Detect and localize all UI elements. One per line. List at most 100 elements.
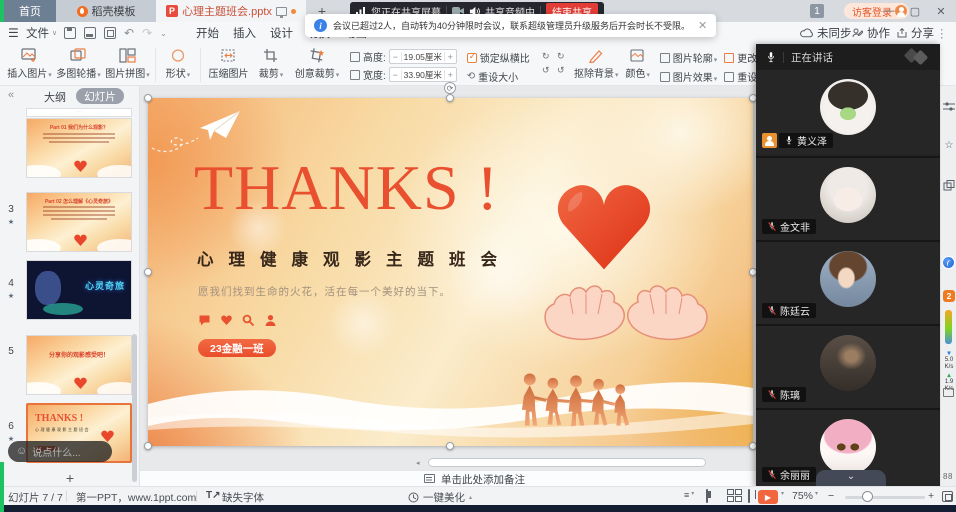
rotate-left-icon[interactable]: ↺: [540, 65, 552, 76]
more-options-icon[interactable]: ⋮: [936, 22, 948, 44]
menu-item-home[interactable]: 开始: [196, 22, 219, 44]
hamburger-menu-icon[interactable]: ☰: [8, 22, 19, 44]
slide-4-thumbnail[interactable]: Part 02 怎么理解《心灵奇旅》: [26, 192, 132, 252]
zoom-slider-knob[interactable]: [862, 491, 873, 502]
tab-document[interactable]: P 心理主题班会.pptx: [156, 0, 306, 22]
shapes-button[interactable]: 形状: [160, 47, 196, 80]
zoom-level[interactable]: 75%: [792, 490, 813, 502]
notification-close-icon[interactable]: [698, 19, 707, 32]
minimize-button[interactable]: —: [876, 0, 902, 22]
slide-2-thumbnail-partial[interactable]: · · ·: [26, 108, 132, 117]
slide-3-thumbnail[interactable]: Part 01 我们为什么观影？: [26, 118, 132, 178]
meeting-chat-input[interactable]: 说点什么...: [8, 441, 112, 462]
normal-view-button[interactable]: [706, 489, 708, 503]
notification-count-badge[interactable]: 2: [943, 290, 955, 302]
selection-handle-n[interactable]: [446, 94, 454, 102]
share-button[interactable]: 分享: [897, 22, 934, 44]
participant-cell[interactable]: 陈璃: [756, 324, 940, 408]
zoom-in-button[interactable]: +: [928, 490, 934, 502]
sync-status[interactable]: 未同步: [800, 22, 852, 44]
slide-6-thumbnail[interactable]: 分享你的观影感受吧！: [26, 335, 132, 395]
menu-item-design[interactable]: 设计: [270, 22, 293, 44]
play-options-caret[interactable]: ▾: [781, 490, 784, 497]
class-badge[interactable]: 23金融一班: [198, 339, 276, 357]
reset-size-button[interactable]: ⟲重设大小: [467, 69, 530, 84]
rotate-right-icon[interactable]: ↻: [540, 51, 552, 62]
undo-icon[interactable]: ↶: [124, 26, 134, 40]
cupped-hands[interactable]: [540, 272, 712, 362]
slide-subtitle[interactable]: 心理健康观影主题班会: [197, 246, 512, 270]
close-button[interactable]: ✕: [928, 0, 954, 22]
print-preview-icon[interactable]: [104, 27, 116, 39]
slide-5-thumbnail[interactable]: 心灵奇旅: [26, 260, 132, 320]
copy-icon[interactable]: [943, 180, 955, 191]
participant-cell[interactable]: 黄义泽: [756, 70, 940, 154]
star-icon[interactable]: ☆: [943, 140, 955, 151]
rotate-left-90-icon[interactable]: ↺: [555, 65, 567, 76]
width-stepper[interactable]: −33.90厘米+: [389, 67, 457, 82]
scroll-left-icon[interactable]: ◂: [416, 459, 420, 467]
one-click-beautify-button[interactable]: 一键美化 ▴: [408, 490, 472, 505]
tab-slides[interactable]: 幻灯片: [76, 88, 124, 104]
slide-title[interactable]: THANKS !: [194, 156, 499, 220]
slide-caption[interactable]: 愿我们找到生命的火花，活在每一个美好的当下。: [198, 284, 451, 299]
new-slide-button[interactable]: [0, 470, 140, 486]
tab-outline[interactable]: 大纲: [44, 89, 66, 105]
participant-cell[interactable]: 金文非: [756, 156, 940, 240]
menu-item-insert[interactable]: 插入: [233, 22, 256, 44]
mini-subtitle: 心理健康观影主题班会: [35, 427, 90, 433]
cloud-shape: [97, 382, 132, 395]
notes-bar[interactable]: 单击此处添加备注: [140, 470, 756, 486]
collapse-panel-icon[interactable]: [8, 89, 14, 101]
customize-toolbar-icon[interactable]: ⌄: [160, 29, 167, 38]
rotate-handle[interactable]: [444, 82, 456, 94]
tab-template[interactable]: 稻壳模板: [56, 0, 156, 22]
lock-ratio-checkbox[interactable]: 锁定纵横比: [467, 50, 530, 65]
color-button[interactable]: 颜色: [622, 47, 654, 80]
selection-handle-sw[interactable]: [144, 442, 152, 450]
missing-font-button[interactable]: 缺失字体: [222, 490, 264, 505]
emoji-icon[interactable]: [16, 446, 27, 457]
reading-view-button[interactable]: [748, 489, 750, 503]
slide-7-editing[interactable]: THANKS ! 心理健康观影主题班会 愿我们找到生命的火花，活在每一个美好的当…: [148, 98, 753, 446]
file-menu[interactable]: 文件∨: [26, 22, 57, 44]
fit-slide-button[interactable]: [942, 491, 953, 502]
picture-collage-button[interactable]: 图片拼图: [104, 47, 151, 80]
cloud-shape: [26, 239, 61, 252]
collab-button[interactable]: 协作: [852, 22, 890, 44]
tab-home[interactable]: 首页: [4, 0, 56, 22]
big-heart[interactable]: [548, 174, 660, 276]
selection-handle-w[interactable]: [144, 268, 152, 276]
scrollbar-thumb[interactable]: [428, 458, 706, 467]
settings-sliders-icon[interactable]: [943, 102, 955, 112]
horizontal-scrollbar[interactable]: ◂ ▸: [416, 458, 760, 468]
notes-toggle-button[interactable]: ≡▾: [684, 490, 694, 500]
zoom-out-button[interactable]: −: [828, 490, 834, 502]
picture-effects-button[interactable]: 图片效果: [660, 69, 718, 84]
compress-picture-button[interactable]: 压缩图片: [205, 47, 252, 80]
thumbnail-scrollbar[interactable]: [132, 334, 137, 482]
maximize-button[interactable]: ▢: [902, 0, 928, 22]
floating-app-icon[interactable]: [942, 256, 955, 269]
insert-picture-button[interactable]: 插入图片: [6, 47, 53, 80]
slideshow-play-button[interactable]: [758, 490, 778, 504]
save-icon[interactable]: [64, 27, 76, 39]
creative-crop-button[interactable]: 创意裁剪: [290, 47, 344, 80]
print-icon[interactable]: [84, 27, 96, 39]
zoom-caret[interactable]: ▾: [815, 490, 818, 497]
screenshot-icon[interactable]: [943, 388, 954, 397]
zoom-slider-track[interactable]: [845, 496, 925, 499]
selection-handle-s[interactable]: [446, 442, 454, 450]
notification-text: 会议已超过2人，自动转为40分钟限时会议，联系超级管理员升级服务后开会时长不受限…: [333, 19, 690, 32]
height-stepper[interactable]: −19.05厘米+: [389, 49, 457, 64]
slide-canvas[interactable]: THANKS ! 心理健康观影主题班会 愿我们找到生命的火花，活在每一个美好的当…: [140, 86, 756, 486]
redo-icon[interactable]: ↷: [142, 26, 152, 40]
rotate-right-90-icon[interactable]: ↻: [555, 51, 567, 62]
selection-handle-nw[interactable]: [144, 94, 152, 102]
crop-button[interactable]: 裁剪: [254, 47, 288, 80]
multi-picture-carousel-button[interactable]: 多图轮播: [55, 47, 102, 80]
grid-icon[interactable]: [943, 472, 954, 483]
participant-cell[interactable]: 陈廷云: [756, 240, 940, 324]
picture-outline-button[interactable]: 图片轮廓: [660, 50, 718, 65]
remove-background-button[interactable]: 抠除背景: [573, 47, 620, 80]
